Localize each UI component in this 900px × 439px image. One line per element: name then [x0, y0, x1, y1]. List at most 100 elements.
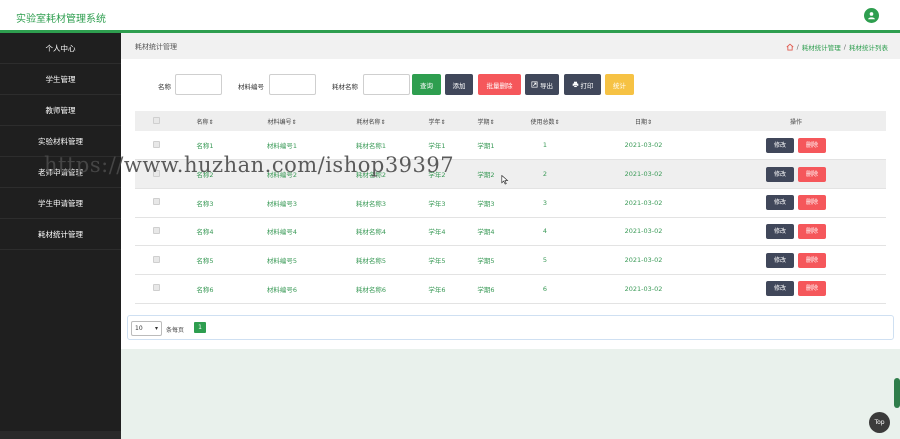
- sidebar-item-teachers[interactable]: 教师管理: [0, 95, 121, 126]
- delete-button[interactable]: 删除: [798, 252, 826, 268]
- breadcrumb-bar: 耗材统计管理 / 耗材统计管理 / 耗材统计列表: [121, 33, 900, 59]
- cell-date: 2021-03-02: [581, 188, 706, 218]
- edit-button[interactable]: 修改: [766, 166, 794, 182]
- sort-icon[interactable]: ⇕: [647, 119, 652, 126]
- stats-button[interactable]: 统计: [605, 74, 634, 95]
- sidebar-scrollbar[interactable]: [0, 431, 121, 439]
- sort-icon[interactable]: ⇕: [380, 119, 385, 126]
- cell-consumable: 耗材名称6: [331, 274, 411, 304]
- page-size-select[interactable]: 10 ▾: [131, 321, 162, 336]
- sidebar-item-student-applications[interactable]: 学生申请管理: [0, 188, 121, 219]
- delete-button[interactable]: 删除: [798, 281, 826, 297]
- edit-button[interactable]: 修改: [766, 223, 794, 239]
- mouse-cursor-icon: [501, 175, 509, 185]
- print-label: 打印: [580, 81, 594, 90]
- cell-name: 名称4: [177, 217, 233, 247]
- cell-date: 2021-03-02: [581, 159, 706, 189]
- edit-button[interactable]: 修改: [766, 195, 794, 211]
- sort-icon[interactable]: ⇕: [440, 119, 445, 126]
- cell-consumable: 耗材名称3: [331, 188, 411, 218]
- sort-icon[interactable]: ⇕: [208, 119, 213, 126]
- table-row: 名称5 材料编号5 耗材名称5 学年5 学期5 5 2021-03-02 修改删…: [135, 245, 886, 275]
- row-checkbox[interactable]: [152, 255, 160, 263]
- cell-code: 材料编号4: [233, 217, 331, 247]
- table-row: 名称3 材料编号3 耗材名称3 学年3 学期3 3 2021-03-02 修改删…: [135, 188, 886, 218]
- consumable-label: 耗材名称: [332, 83, 358, 91]
- cell-date: 2021-03-02: [581, 131, 706, 161]
- cell-year: 学年6: [411, 274, 463, 304]
- edit-button[interactable]: 修改: [766, 281, 794, 297]
- batch-delete-button[interactable]: 批量删除: [478, 74, 521, 95]
- cell-total: 6: [509, 274, 581, 304]
- delete-button[interactable]: 删除: [798, 223, 826, 239]
- app-title: 实验室耗材管理系统: [16, 14, 106, 25]
- per-page-label: 条每页: [166, 327, 185, 334]
- add-button[interactable]: 添加: [445, 74, 473, 95]
- table-header-row: 名称⇕ 材料编号⇕ 耗材名称⇕ 学年⇕ 学期⇕ 使用总数⇕ 日期⇕ 操作: [135, 111, 886, 131]
- cell-term: 学期5: [463, 245, 509, 275]
- edit-button[interactable]: 修改: [766, 137, 794, 153]
- column-header-consumable[interactable]: 耗材名称⇕: [331, 111, 411, 131]
- column-header-total[interactable]: 使用总数⇕: [509, 111, 581, 131]
- cell-actions: 修改 删除: [706, 131, 886, 161]
- cell-total: 2: [509, 159, 581, 189]
- cell-total: 4: [509, 217, 581, 247]
- breadcrumb-level-2[interactable]: 耗材统计列表: [849, 42, 888, 52]
- column-header-term[interactable]: 学期⇕: [463, 111, 509, 131]
- sidebar-item-consumable-stats[interactable]: 耗材统计管理: [0, 219, 121, 250]
- search-row: 名称 材料编号 耗材名称 查询 添加 批量删除 导出 打印 统计: [121, 74, 900, 96]
- delete-button[interactable]: 删除: [798, 166, 826, 182]
- watermark-text: https://www.huzhan.com/ishop39397: [44, 153, 455, 177]
- delete-button[interactable]: 删除: [798, 195, 826, 211]
- cell-total: 1: [509, 131, 581, 161]
- cell-consumable: 耗材名称4: [331, 217, 411, 247]
- query-button[interactable]: 查询: [412, 74, 441, 95]
- home-icon[interactable]: [786, 43, 794, 51]
- main-area: 耗材统计管理 / 耗材统计管理 / 耗材统计列表 名称 材料编号 耗材名称 查询…: [121, 33, 900, 439]
- back-to-top-button[interactable]: Top: [869, 412, 890, 433]
- export-label: 导出: [540, 81, 553, 90]
- cell-actions: 修改 删除: [706, 217, 886, 247]
- breadcrumb-separator: /: [843, 43, 846, 51]
- user-avatar-icon[interactable]: [864, 8, 879, 23]
- cell-name: 名称5: [177, 245, 233, 275]
- column-header-name[interactable]: 名称⇕: [177, 111, 233, 131]
- cell-code: 材料编号3: [233, 188, 331, 218]
- cell-year: 学年4: [411, 217, 463, 247]
- cell-year: 学年3: [411, 188, 463, 218]
- row-checkbox[interactable]: [152, 284, 160, 292]
- sidebar-item-students[interactable]: 学生管理: [0, 64, 121, 95]
- delete-button[interactable]: 删除: [798, 137, 826, 153]
- top-bar: 实验室耗材管理系统: [0, 0, 900, 33]
- cell-name: 名称3: [177, 188, 233, 218]
- row-checkbox[interactable]: [152, 226, 160, 234]
- sort-icon[interactable]: ⇕: [554, 119, 559, 126]
- select-all-checkbox[interactable]: [152, 116, 160, 124]
- column-header-code[interactable]: 材料编号⇕: [233, 111, 331, 131]
- cell-total: 3: [509, 188, 581, 218]
- export-button[interactable]: 导出: [525, 74, 559, 95]
- pagination-bar: 10 ▾ 条每页 1: [127, 315, 894, 340]
- breadcrumb-level-1[interactable]: 耗材统计管理: [802, 42, 841, 52]
- edit-button[interactable]: 修改: [766, 252, 794, 268]
- row-checkbox[interactable]: [152, 140, 160, 148]
- scroll-handle[interactable]: [894, 378, 900, 408]
- page-title: 耗材统计管理: [135, 43, 177, 51]
- cell-actions: 修改 删除: [706, 188, 886, 218]
- page-number-current[interactable]: 1: [194, 322, 206, 333]
- column-header-date[interactable]: 日期⇕: [581, 111, 706, 131]
- column-header-actions: 操作: [706, 111, 886, 131]
- code-input[interactable]: [269, 74, 316, 95]
- cell-term: 学期1: [463, 131, 509, 161]
- name-input[interactable]: [175, 74, 222, 95]
- consumable-input[interactable]: [363, 74, 410, 95]
- export-icon: [531, 81, 538, 88]
- select-all-cell[interactable]: [135, 111, 177, 131]
- column-header-year[interactable]: 学年⇕: [411, 111, 463, 131]
- cell-code: 材料编号5: [233, 245, 331, 275]
- print-button[interactable]: 打印: [564, 74, 601, 95]
- sort-icon[interactable]: ⇕: [489, 119, 494, 126]
- sort-icon[interactable]: ⇕: [291, 119, 296, 126]
- row-checkbox[interactable]: [152, 198, 160, 206]
- sidebar-item-personal-center[interactable]: 个人中心: [0, 33, 121, 64]
